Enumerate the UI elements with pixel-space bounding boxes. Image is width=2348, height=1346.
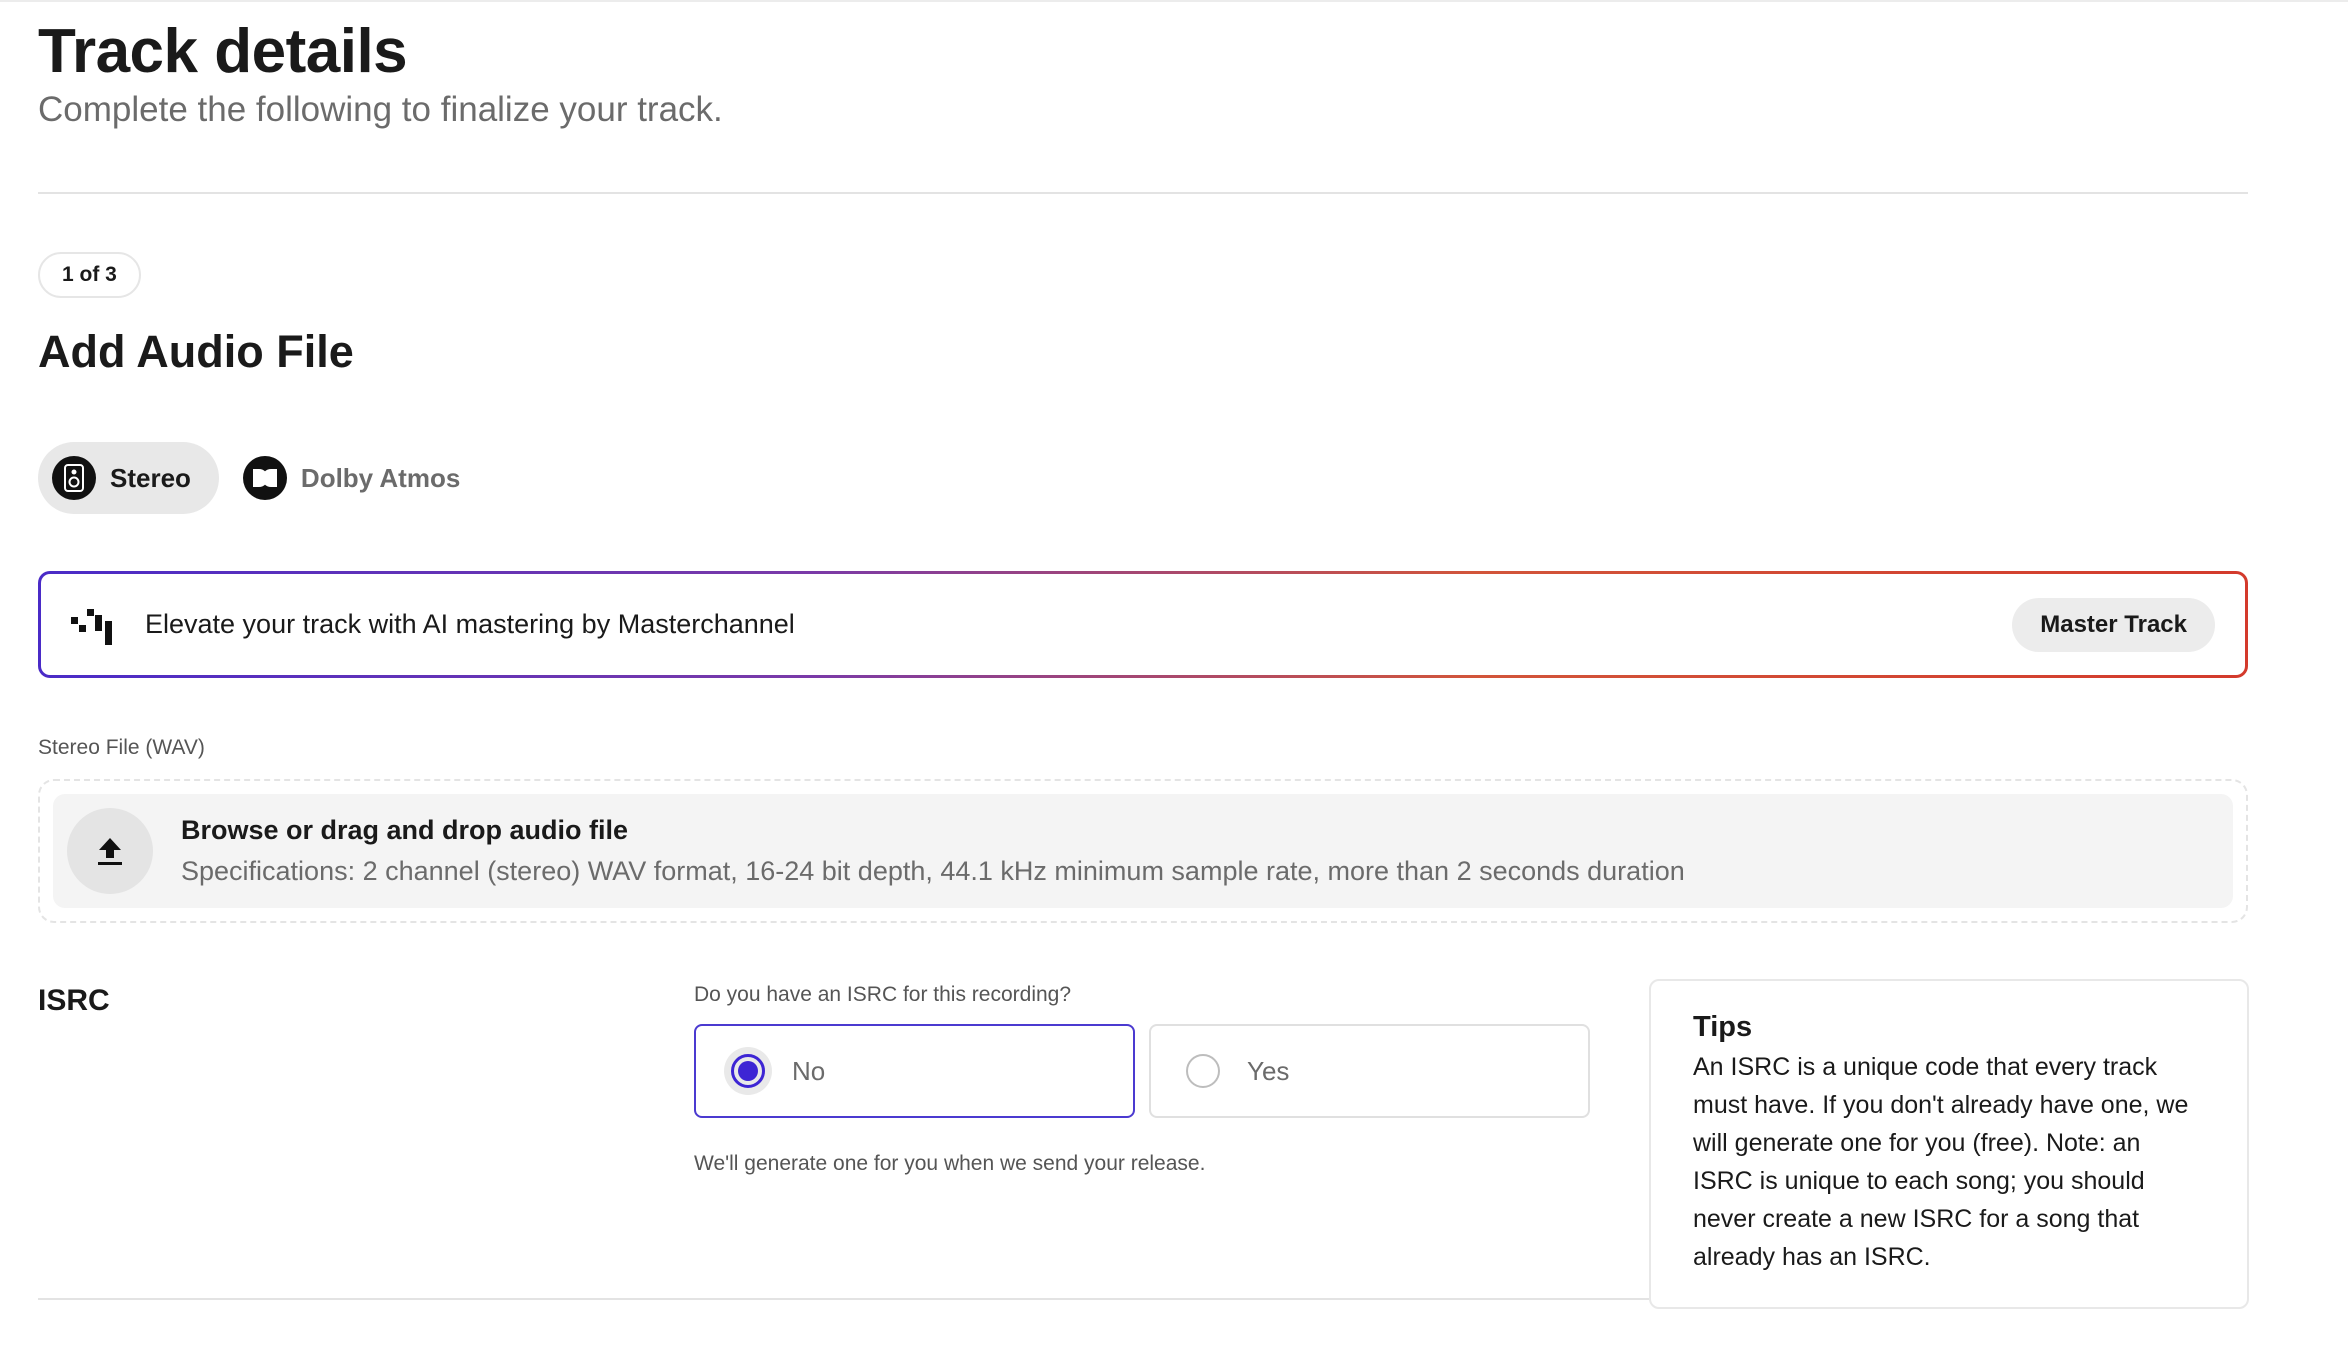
master-track-button[interactable]: Master Track xyxy=(2012,597,2215,652)
top-divider xyxy=(0,0,2348,2)
radio-focus-ring xyxy=(724,1047,772,1095)
audio-dropzone-area[interactable]: Browse or drag and drop audio file Speci… xyxy=(53,794,2233,908)
ai-mastering-banner: Elevate your track with AI mastering by … xyxy=(38,571,2248,678)
dropzone-specs: Specifications: 2 channel (stereo) WAV f… xyxy=(181,856,1685,886)
masterchannel-logo-icon xyxy=(71,608,112,645)
tips-card: Tips An ISRC is a unique code that every… xyxy=(1649,979,2249,1309)
page-title: Track details xyxy=(38,17,408,86)
isrc-option-label: Yes xyxy=(1247,1055,1290,1086)
isrc-option-label: No xyxy=(792,1055,826,1086)
dropzone-text: Browse or drag and drop audio file Speci… xyxy=(181,815,1685,887)
tips-title: Tips xyxy=(1693,1011,1753,1043)
upload-icon xyxy=(98,838,122,865)
dolby-icon xyxy=(242,456,287,500)
tips-body: An ISRC is a unique code that every trac… xyxy=(1693,1053,2189,1271)
audio-dropzone[interactable]: Browse or drag and drop audio file Speci… xyxy=(38,779,2248,923)
radio-selected-icon[interactable] xyxy=(731,1054,765,1088)
format-option-label: Dolby Atmos xyxy=(300,462,461,493)
section-title: Add Audio File xyxy=(38,326,354,377)
format-option-dolby-atmos[interactable]: Dolby Atmos xyxy=(229,442,488,514)
dropzone-title: Browse or drag and drop audio file xyxy=(181,815,629,845)
speaker-icon xyxy=(52,456,96,500)
isrc-note: We'll generate one for you when we send … xyxy=(694,1152,1206,1175)
stereo-file-label: Stereo File (WAV) xyxy=(38,736,205,759)
header-divider xyxy=(38,192,2248,194)
radio-unselected-icon[interactable] xyxy=(1186,1054,1220,1088)
ai-mastering-text: Elevate your track with AI mastering by … xyxy=(145,609,795,639)
page-subtitle: Complete the following to finalize your … xyxy=(38,90,723,129)
track-details-page: Track details Complete the following to … xyxy=(0,0,2348,1346)
format-option-label: Stereo xyxy=(110,462,191,493)
format-option-stereo[interactable]: Stereo xyxy=(38,442,219,514)
ai-mastering-banner-content: Elevate your track with AI mastering by … xyxy=(41,574,2245,675)
isrc-question: Do you have an ISRC for this recording? xyxy=(694,983,1072,1006)
isrc-option-yes[interactable]: Yes xyxy=(1149,1024,1590,1118)
audio-format-toggle: Stereo Dolby Atmos xyxy=(38,442,488,514)
isrc-option-no[interactable]: No xyxy=(694,1024,1135,1118)
radio-wrapper xyxy=(1179,1047,1227,1095)
upload-button[interactable] xyxy=(67,808,153,894)
section-divider xyxy=(38,1298,1649,1300)
step-badge: 1 of 3 xyxy=(38,252,141,298)
isrc-heading: ISRC xyxy=(38,984,110,1017)
